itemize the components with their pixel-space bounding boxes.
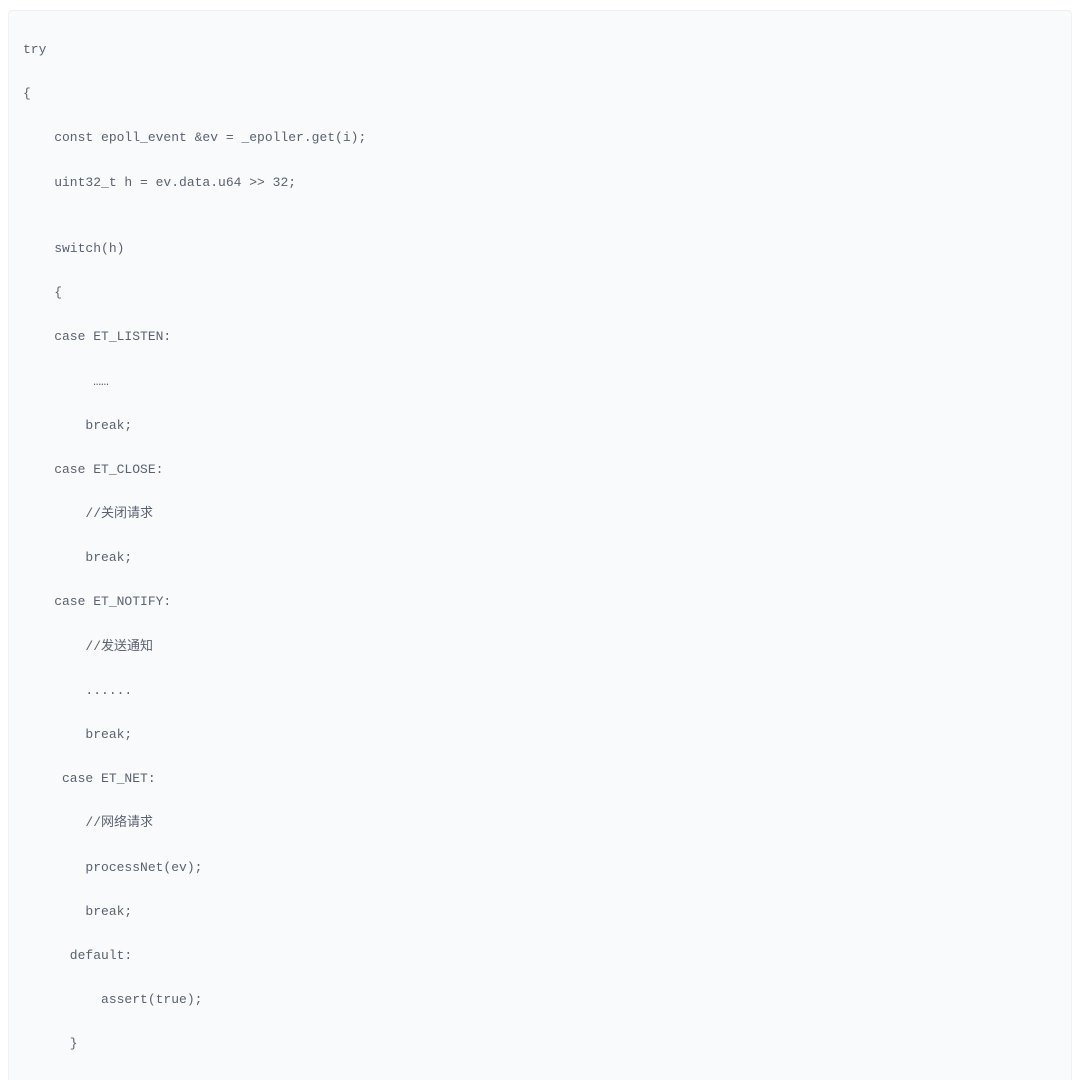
code-line: }	[23, 1033, 1057, 1055]
code-line: case ET_NOTIFY:	[23, 591, 1057, 613]
code-line: default:	[23, 945, 1057, 967]
code-line: ......	[23, 680, 1057, 702]
code-line: ……	[23, 371, 1057, 393]
code-line: case ET_CLOSE:	[23, 459, 1057, 481]
code-line: case ET_NET:	[23, 768, 1057, 790]
code-line: break;	[23, 547, 1057, 569]
code-line: {	[23, 282, 1057, 304]
code-line: uint32_t h = ev.data.u64 >> 32;	[23, 172, 1057, 194]
code-line: case ET_LISTEN:	[23, 326, 1057, 348]
code-line: break;	[23, 724, 1057, 746]
code-line: break;	[23, 901, 1057, 923]
code-block: try { const epoll_event &ev = _epoller.g…	[8, 10, 1072, 1080]
code-line: assert(true);	[23, 989, 1057, 1011]
code-line: //网络请求	[23, 812, 1057, 834]
code-line: break;	[23, 415, 1057, 437]
code-line: //关闭请求	[23, 503, 1057, 525]
code-line: try	[23, 39, 1057, 61]
code-line: switch(h)	[23, 238, 1057, 260]
code-line: //发送通知	[23, 636, 1057, 658]
code-line: {	[23, 83, 1057, 105]
code-line: processNet(ev);	[23, 857, 1057, 879]
code-line: }	[23, 1078, 1057, 1080]
code-line: const epoll_event &ev = _epoller.get(i);	[23, 127, 1057, 149]
